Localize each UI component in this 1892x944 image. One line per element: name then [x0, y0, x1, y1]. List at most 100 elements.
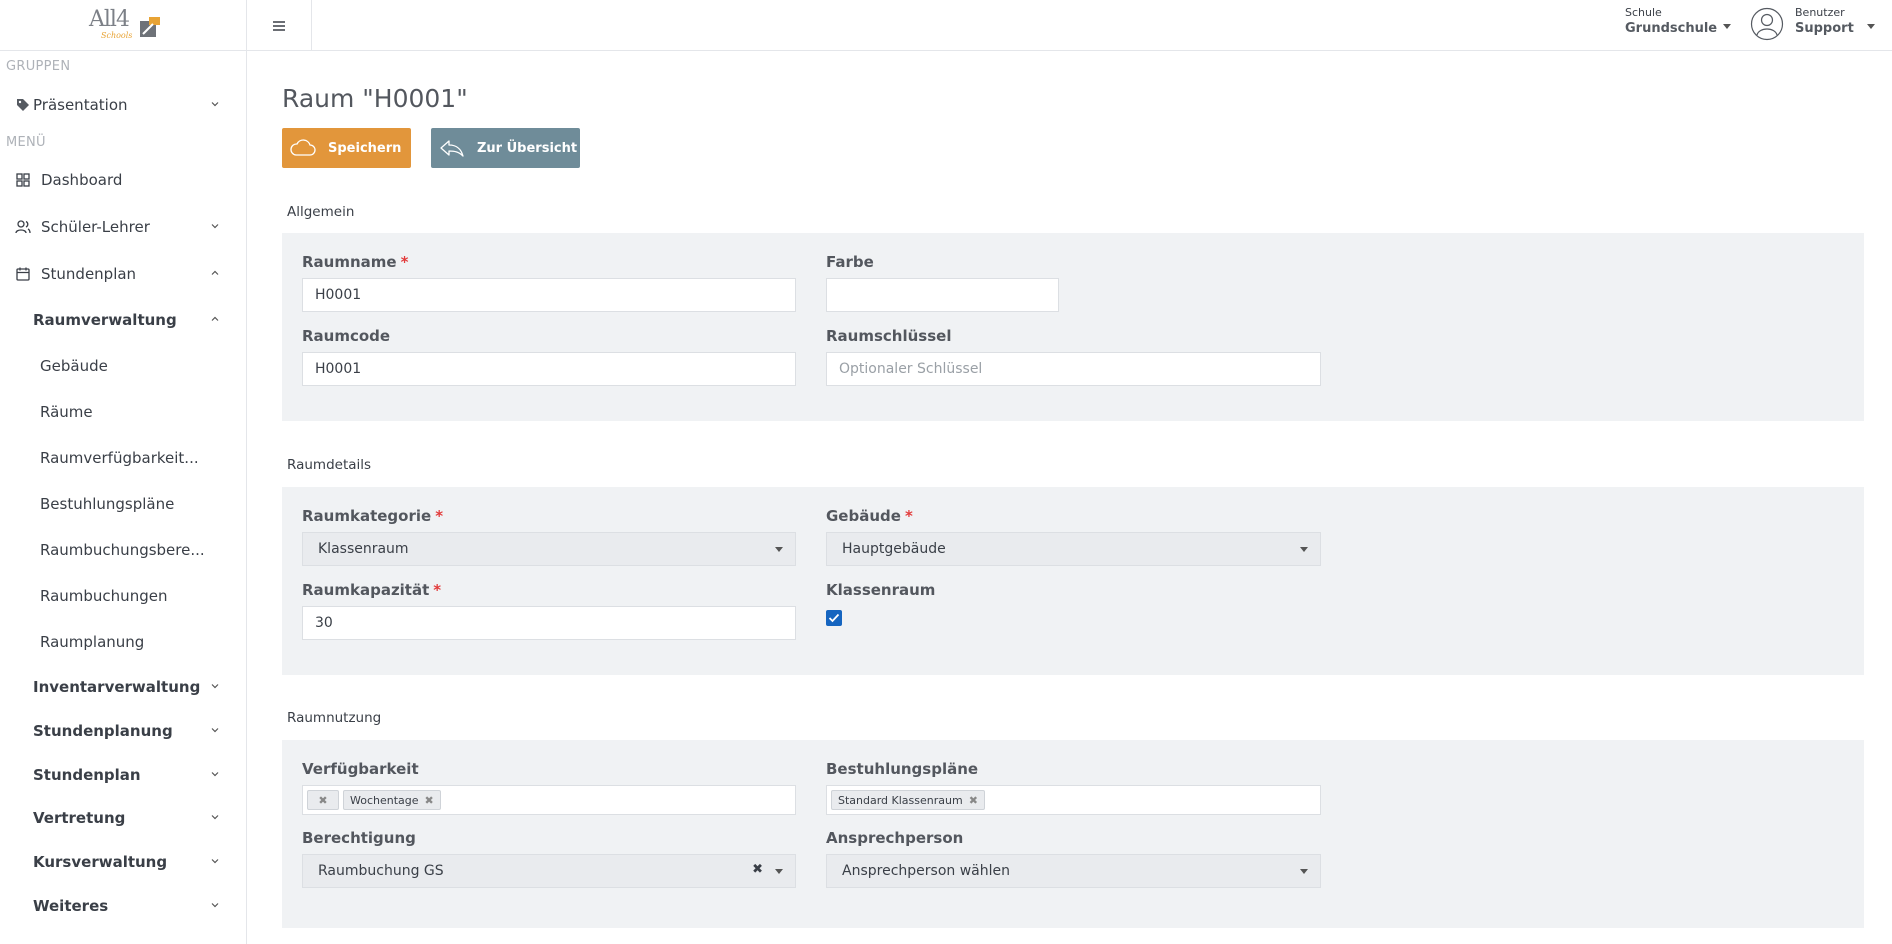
- sidebar-item-raumbuchungsbereiche[interactable]: Raumbuchungsbere...: [0, 530, 247, 570]
- bestuhlungsplaene-multiselect[interactable]: Standard Klassenraum ✖: [826, 785, 1321, 815]
- sidebar-item-label: Weiteres: [33, 897, 109, 915]
- sidebar-item-raumverfuegbarkeit[interactable]: Raumverfügbarkeit...: [0, 438, 247, 478]
- sidebar-item-label: Kursverwaltung: [33, 853, 168, 871]
- sidebar-item-dashboard[interactable]: Dashboard: [0, 160, 247, 200]
- sidebar-item-label: Stundenplan: [33, 766, 141, 784]
- topbar: Schule Grundschule Benutzer Support: [247, 0, 1892, 51]
- sidebar-item-label: Inventarverwaltung: [33, 678, 201, 696]
- sidebar-item-schueler-lehrer[interactable]: Schüler-Lehrer: [0, 207, 247, 247]
- sidebar-item-label: Präsentation: [33, 96, 128, 114]
- bestuhlungsplan-tag: Standard Klassenraum ✖: [831, 790, 985, 810]
- check-icon: [828, 613, 840, 623]
- chevron-down-icon: [211, 815, 219, 820]
- hamburger-icon: [273, 20, 285, 31]
- section-raumdetails-title: Raumdetails: [287, 457, 372, 473]
- section-allgemein-title: Allgemein: [287, 204, 355, 220]
- verfuegbarkeit-label: Verfügbarkeit: [302, 760, 419, 778]
- save-button-label: Speichern: [328, 140, 402, 156]
- sidebar-item-vertretung[interactable]: Vertretung: [0, 798, 247, 838]
- tag-remove-icon[interactable]: ✖: [969, 794, 978, 807]
- clear-icon[interactable]: ✖: [752, 862, 763, 877]
- klassenraum-checkbox[interactable]: [826, 610, 842, 626]
- klassenraum-label: Klassenraum: [826, 581, 936, 599]
- page-title: Raum "H0001": [282, 84, 468, 113]
- cloud-icon: [290, 139, 316, 156]
- sidebar-item-label: Raumbuchungen: [40, 587, 168, 605]
- chevron-up-icon: [211, 270, 219, 275]
- sidebar-item-label: Dashboard: [41, 171, 123, 189]
- main-content: Raum "H0001" Speichern Zur Übersicht All…: [247, 52, 1892, 944]
- caret-down-icon: [1300, 547, 1308, 552]
- sidebar-item-label: Stundenplan: [41, 265, 137, 283]
- raumcode-label: Raumcode: [302, 327, 391, 345]
- sidebar-item-stundenplanung[interactable]: Stundenplanung: [0, 711, 247, 751]
- sidebar-item-kursverwaltung[interactable]: Kursverwaltung: [0, 842, 247, 882]
- raumcode-field[interactable]: H0001: [302, 352, 796, 386]
- user-avatar-icon[interactable]: [1750, 7, 1784, 41]
- sidebar-item-raeume[interactable]: Räume: [0, 392, 247, 432]
- sidebar-item-raumbuchungen[interactable]: Raumbuchungen: [0, 576, 247, 616]
- sidebar-item-label: Raumverfügbarkeit...: [40, 449, 199, 467]
- chevron-down-icon: [211, 224, 219, 229]
- sidebar-item-stundenplan-sub[interactable]: Stundenplan: [0, 755, 247, 795]
- menu-toggle-button[interactable]: [247, 0, 312, 51]
- caret-down-icon: [1723, 24, 1731, 29]
- sidebar-item-praesentation[interactable]: Präsentation: [0, 85, 247, 125]
- save-button[interactable]: Speichern: [282, 128, 411, 168]
- panel-allgemein: Raumname * H0001 Farbe Raumcode H0001 Rau…: [282, 233, 1864, 421]
- berechtigung-select[interactable]: Raumbuchung GS ✖: [302, 854, 796, 888]
- sidebar-item-label: Schüler-Lehrer: [41, 218, 150, 236]
- raumname-field[interactable]: H0001: [302, 278, 796, 312]
- logo-mark-icon: [140, 17, 160, 37]
- sidebar-item-weiteres[interactable]: Weiteres: [0, 886, 247, 926]
- raumkapazitaet-field[interactable]: 30: [302, 606, 796, 640]
- school-selector[interactable]: Schule Grundschule: [1625, 6, 1731, 36]
- chevron-up-icon: [211, 316, 219, 321]
- raumschluessel-label: Raumschlüssel: [826, 327, 952, 345]
- user-selector[interactable]: Benutzer Support: [1795, 6, 1875, 36]
- ansprechperson-value: Ansprechperson wählen: [842, 863, 1010, 879]
- raumkategorie-select[interactable]: Klassenraum: [302, 532, 796, 566]
- caret-down-icon: [1300, 869, 1308, 874]
- sidebar-item-raumverwaltung[interactable]: Raumverwaltung: [0, 300, 247, 340]
- school-label: Schule: [1625, 6, 1662, 19]
- farbe-field[interactable]: [826, 278, 1059, 312]
- reply-arrow-icon: [440, 140, 464, 157]
- panel-raumnutzung: Verfügbarkeit ✖ Wochentage ✖ Bestuhlungs…: [282, 740, 1864, 928]
- gebaeude-select[interactable]: Hauptgebäude: [826, 532, 1321, 566]
- sidebar-item-stundenplan[interactable]: Stundenplan: [0, 254, 247, 294]
- sidebar-item-label: Raumplanung: [40, 633, 145, 651]
- user-value: Support: [1795, 21, 1854, 36]
- sidebar: All4 Schools GRUPPEN Präsentation MENÜ D…: [0, 0, 247, 944]
- sidebar-item-inventarverwaltung[interactable]: Inventarverwaltung: [0, 667, 247, 707]
- gebaeude-label: Gebäude *: [826, 507, 913, 525]
- caret-down-icon: [775, 869, 783, 874]
- calendar-icon: [15, 266, 31, 282]
- ansprechperson-select[interactable]: Ansprechperson wählen: [826, 854, 1321, 888]
- raumkategorie-label: Raumkategorie *: [302, 507, 444, 525]
- berechtigung-label: Berechtigung: [302, 829, 416, 847]
- tag-remove-icon[interactable]: ✖: [425, 794, 434, 807]
- sidebar-item-label: Raumverwaltung: [33, 311, 177, 329]
- groups-section-label: GRUPPEN: [6, 59, 71, 74]
- overview-button[interactable]: Zur Übersicht: [431, 128, 580, 168]
- sidebar-item-label: Raumbuchungsbere...: [40, 541, 205, 559]
- logo-box[interactable]: All4 Schools: [0, 0, 246, 51]
- sidebar-item-bestuhlungsplaene[interactable]: Bestuhlungspläne: [0, 484, 247, 524]
- sidebar-item-raumplanung[interactable]: Raumplanung: [0, 622, 247, 662]
- tag-remove-icon[interactable]: ✖: [318, 794, 327, 807]
- chevron-down-icon: [211, 903, 219, 908]
- users-icon: [15, 219, 31, 235]
- chevron-down-icon: [211, 728, 219, 733]
- overview-button-label: Zur Übersicht: [477, 140, 578, 156]
- gebaeude-value: Hauptgebäude: [842, 541, 946, 557]
- raumschluessel-field[interactable]: Optionaler Schlüssel: [826, 352, 1321, 386]
- sidebar-item-gebaeude[interactable]: Gebäude: [0, 346, 247, 386]
- verfuegbarkeit-multiselect[interactable]: ✖ Wochentage ✖: [302, 785, 796, 815]
- caret-down-icon: [1867, 24, 1875, 29]
- sidebar-item-label: Vertretung: [33, 809, 126, 827]
- berechtigung-value: Raumbuchung GS: [318, 863, 444, 879]
- sidebar-item-label: Räume: [40, 403, 93, 421]
- chevron-down-icon: [211, 859, 219, 864]
- logo: All4 Schools: [83, 5, 163, 45]
